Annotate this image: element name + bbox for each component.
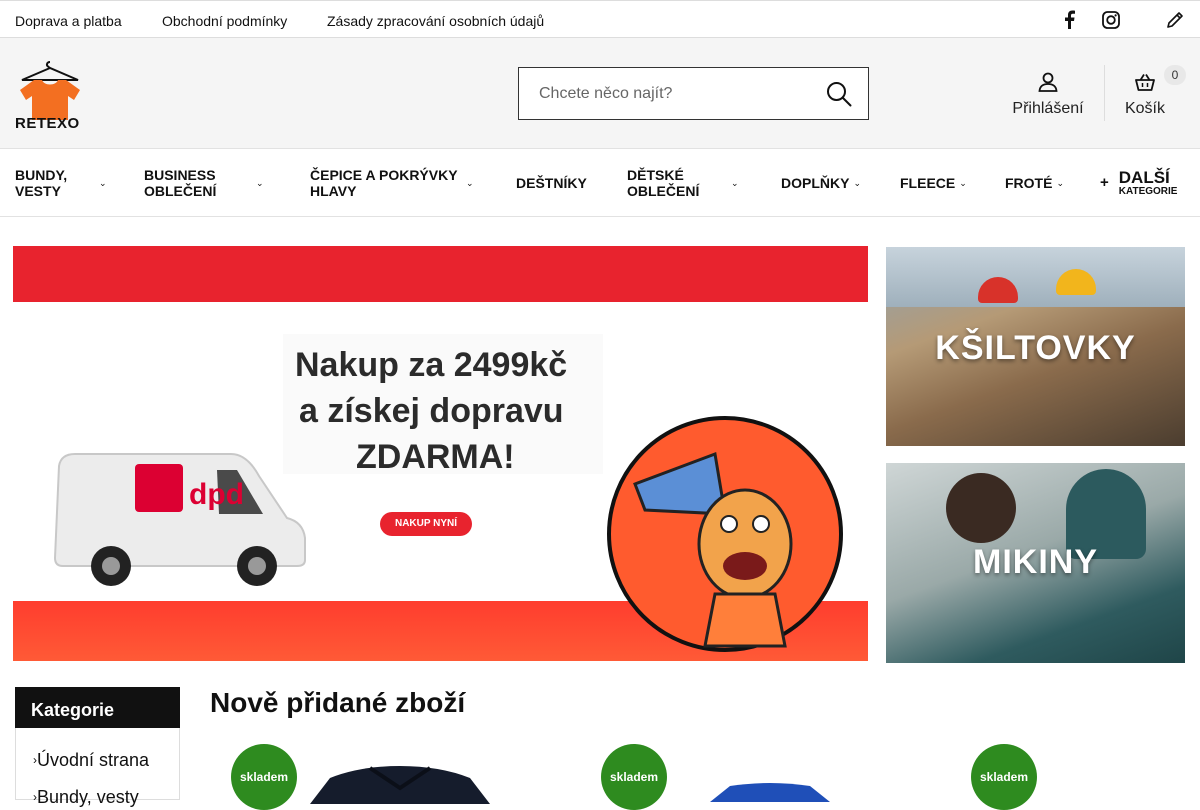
nav-item-label: Čepice a pokrývky hlavy bbox=[310, 167, 458, 199]
user-icon bbox=[1038, 72, 1058, 92]
basket-icon bbox=[1135, 74, 1155, 91]
link-shipping[interactable]: Doprava a platba bbox=[15, 13, 122, 29]
facebook-icon[interactable] bbox=[1060, 10, 1080, 30]
category-sidebar-title: Kategorie bbox=[15, 687, 180, 728]
header-divider bbox=[1104, 65, 1105, 121]
delivery-van-illustration: dpd bbox=[53, 453, 306, 586]
stock-badge: skladem bbox=[971, 744, 1037, 810]
category-nav: Bundy, vesty ⌄ Business oblečení ⌄ Čepice … bbox=[0, 149, 1200, 217]
link-terms[interactable]: Obchodní podmínky bbox=[162, 13, 287, 29]
search-input[interactable] bbox=[519, 68, 809, 119]
hero-banner[interactable]: Nakup za 2499kč a získej dopravu ZDARMA!… bbox=[13, 246, 868, 661]
nav-item-accessories[interactable]: Doplňky ⌄ bbox=[781, 149, 861, 217]
cart-count-badge: 0 bbox=[1164, 65, 1186, 85]
nav-item-label: Doplňky bbox=[781, 175, 850, 191]
category-item-home[interactable]: ›Úvodní strana bbox=[33, 750, 149, 771]
chevron-down-icon: ⌄ bbox=[959, 178, 967, 188]
chevron-down-icon: ⌄ bbox=[731, 178, 739, 188]
nav-item-kids[interactable]: Dětské oblečení ⌄ bbox=[627, 149, 745, 217]
van-brand-text: dpd bbox=[189, 478, 244, 511]
category-item-label: Bundy, vesty bbox=[37, 787, 139, 807]
chevron-down-icon: ⌄ bbox=[256, 178, 264, 188]
nav-item-label: Bundy, vesty bbox=[15, 167, 68, 199]
link-privacy[interactable]: Zásady zpracování osobních údajů bbox=[327, 13, 544, 29]
login-label: Přihlášení bbox=[1012, 100, 1084, 117]
hero-headline-1: Nakup za 2499kč bbox=[295, 346, 568, 384]
nav-item-label: Deštníky bbox=[516, 175, 587, 191]
chevron-down-icon: ⌄ bbox=[853, 178, 861, 188]
category-item-jackets[interactable]: ›Bundy, vesty bbox=[33, 787, 139, 808]
chevron-right-icon: › bbox=[33, 753, 37, 767]
product-image-polo-blue[interactable] bbox=[700, 782, 840, 802]
chevron-down-icon: ⌄ bbox=[466, 178, 474, 188]
nav-item-terry[interactable]: Froté ⌄ bbox=[1005, 149, 1064, 217]
product-image-polo-black[interactable] bbox=[300, 764, 500, 804]
chevron-right-icon: › bbox=[33, 790, 37, 804]
banner-caps[interactable]: KŠILTOVKY bbox=[886, 247, 1185, 446]
logo-text: RETEXO bbox=[15, 115, 80, 132]
banner-hoodies-label: MIKINY bbox=[973, 543, 1098, 581]
nav-item-label: Business oblečení bbox=[144, 167, 217, 199]
category-item-label: Úvodní strana bbox=[37, 750, 150, 770]
banner-hoodies[interactable]: MIKINY bbox=[886, 463, 1185, 663]
megaphone-mascot-illustration bbox=[607, 416, 843, 652]
top-bar: Doprava a platba Obchodní podmínky Zásad… bbox=[0, 0, 1200, 38]
banner-caps-label: KŠILTOVKY bbox=[935, 329, 1136, 367]
nav-item-hats[interactable]: Čepice a pokrývky hlavy ⌄ bbox=[310, 149, 480, 217]
hero-headline-3: ZDARMA! bbox=[356, 438, 515, 476]
cart-label: Košík bbox=[1124, 100, 1165, 117]
shop-now-button[interactable]: NAKUP NYNÍ bbox=[380, 512, 472, 536]
banner-sky bbox=[886, 247, 1185, 307]
nav-item-fleece[interactable]: Fleece ⌄ bbox=[900, 149, 967, 217]
more-label: Další bbox=[1118, 167, 1170, 187]
nav-item-umbrellas[interactable]: Deštníky bbox=[516, 149, 587, 217]
new-products-title: Nově přidané zboží bbox=[210, 687, 466, 718]
search-box bbox=[518, 67, 869, 120]
nav-more-categories[interactable]: + Další kategorie bbox=[1100, 149, 1190, 217]
hero-top-strip bbox=[13, 246, 868, 302]
nav-item-label: Fleece bbox=[900, 175, 956, 191]
login-button[interactable]: Přihlášení bbox=[1004, 66, 1092, 126]
search-icon[interactable] bbox=[826, 81, 852, 107]
nav-item-jackets[interactable]: Bundy, vesty ⌄ bbox=[15, 149, 133, 217]
nav-item-label: Froté bbox=[1005, 175, 1053, 191]
plus-icon: + bbox=[1100, 174, 1109, 191]
more-sublabel: kategorie bbox=[1118, 185, 1178, 197]
hero-headline-2: a získej dopravu bbox=[299, 392, 564, 430]
person-hair-decor bbox=[946, 473, 1016, 543]
nav-item-business[interactable]: Business oblečení ⌄ bbox=[144, 149, 274, 217]
chevron-down-icon: ⌄ bbox=[99, 178, 107, 188]
stock-badge: skladem bbox=[231, 744, 297, 810]
instagram-icon[interactable] bbox=[1101, 10, 1121, 30]
edit-pencil-icon[interactable] bbox=[1165, 10, 1185, 30]
site-header: RETEXO Přihlášení Košík 0 bbox=[0, 38, 1200, 149]
stock-badge: skladem bbox=[601, 744, 667, 810]
chevron-down-icon: ⌄ bbox=[1056, 178, 1064, 188]
nav-item-label: Dětské oblečení bbox=[627, 167, 700, 199]
